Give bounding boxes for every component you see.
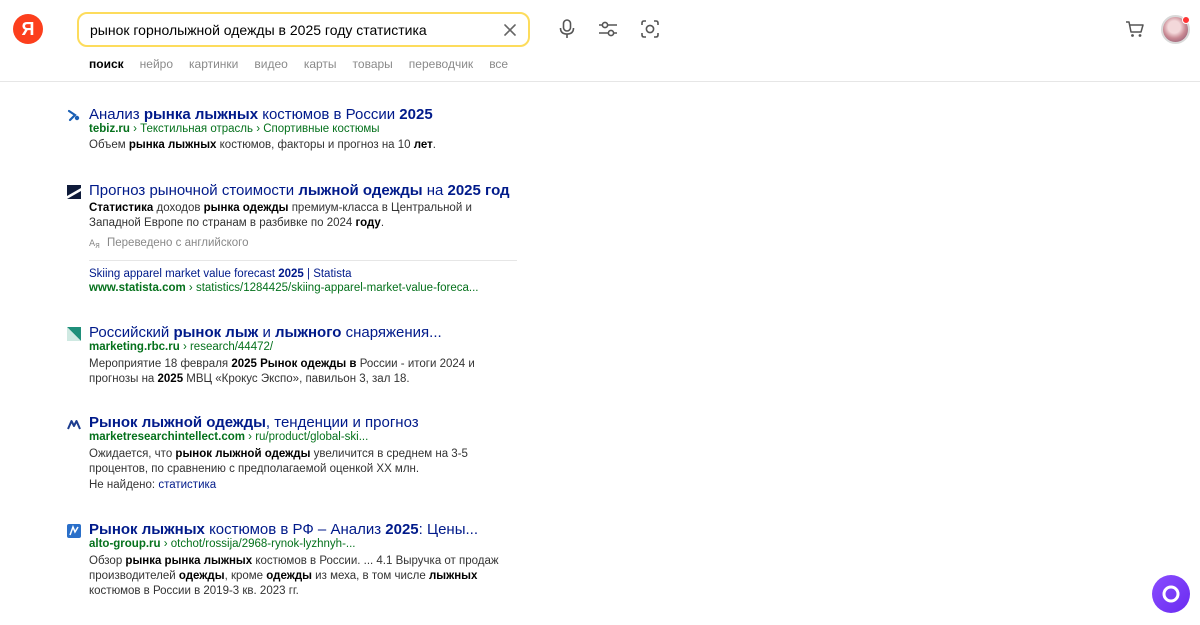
search-result: Рынок лыжной одежды, тенденции и прогноз… — [67, 414, 527, 496]
result-url[interactable]: tebiz.ru › Текстильная отрасль › Спортив… — [89, 123, 380, 135]
alice-assistant-button[interactable] — [1152, 575, 1190, 613]
result-snippet: Объем рынка лыжных костюмов, факторы и п… — [89, 139, 436, 151]
tab-images[interactable]: картинки — [189, 57, 238, 71]
statista-favicon-icon — [67, 185, 81, 199]
not-found-label: Не найдено: — [89, 479, 156, 491]
not-found-term-link[interactable]: статистика — [158, 479, 216, 491]
user-avatar[interactable] — [1161, 15, 1190, 44]
translate-icon: A Я — [89, 239, 100, 249]
tebiz-favicon-icon — [67, 109, 80, 122]
image-search-button[interactable] — [639, 18, 661, 40]
search-box[interactable] — [77, 12, 530, 47]
result-title[interactable]: Рынок лыжной одежды, тенденции и прогноз — [89, 414, 419, 431]
notification-dot — [1182, 16, 1190, 24]
result-title[interactable]: Российский рынок лыж и лыжного снаряжени… — [89, 324, 442, 341]
translated-label: Переведено с английского — [107, 236, 249, 249]
search-settings-button[interactable] — [597, 18, 619, 40]
result-url[interactable]: marketing.rbc.ru › research/44472/ — [89, 341, 273, 353]
search-result: Рынок лыжных костюмов в РФ – Анализ 2025… — [67, 521, 527, 601]
result-title[interactable]: Анализ рынка лыжных костюмов в России 20… — [89, 106, 433, 123]
yandex-logo[interactable]: Я — [13, 14, 43, 44]
result-url[interactable]: alto-group.ru › otchot/rossija/2968-ryno… — [89, 538, 356, 550]
header: Я рынок горнолыжной одежды в 2025 году с… — [0, 0, 1200, 82]
result-snippet: Ожидается, что рынок лыжной одежды увели… — [89, 448, 468, 475]
clear-search-button[interactable] — [500, 20, 520, 40]
tab-maps[interactable]: карты — [304, 57, 337, 71]
result-snippet: Статистика доходов рынка одежды премиум-… — [89, 202, 472, 229]
tab-translator[interactable]: переводчик — [409, 57, 473, 71]
search-input[interactable] — [90, 21, 490, 39]
translated-note: A Я Переведено с английского — [89, 236, 249, 250]
close-icon — [504, 24, 516, 36]
cart-icon — [1126, 21, 1144, 37]
alice-icon — [1162, 585, 1180, 603]
tab-video[interactable]: видео — [254, 57, 287, 71]
alto-favicon-icon — [67, 524, 81, 538]
tab-products[interactable]: товары — [353, 57, 393, 71]
tab-neuro[interactable]: нейро — [140, 57, 173, 71]
rbc-favicon-icon — [67, 327, 81, 341]
cart-button[interactable] — [1124, 18, 1146, 40]
sliders-icon — [599, 21, 617, 37]
not-found-note: Не найдено: статистика — [89, 479, 216, 491]
search-result: Российский рынок лыж и лыжного снаряжени… — [67, 324, 527, 388]
result-title[interactable]: Рынок лыжных костюмов в РФ – Анализ 2025… — [89, 521, 478, 538]
camera-lens-icon — [641, 20, 659, 38]
search-tabs: поиск нейро картинки видео карты товары … — [89, 57, 524, 71]
result-title[interactable]: Прогноз рыночной стоимости лыжной одежды… — [89, 182, 510, 199]
result-url[interactable]: marketresearchintellect.com › ru/product… — [89, 431, 368, 443]
search-result: Анализ рынка лыжных костюмов в России 20… — [67, 106, 527, 158]
voice-search-button[interactable] — [556, 18, 578, 40]
tab-all[interactable]: все — [489, 57, 508, 71]
tab-search[interactable]: поиск — [89, 57, 124, 71]
result-url[interactable]: www.statista.com › statistics/1284425/sk… — [89, 282, 478, 294]
result-divider — [89, 260, 517, 261]
mri-favicon-icon — [67, 420, 81, 430]
microphone-icon — [559, 19, 575, 38]
result-snippet: Мероприятие 18 февраля 2025 Рынок одежды… — [89, 358, 475, 385]
svg-text:Я: Я — [95, 242, 100, 249]
original-title-link[interactable]: Skiing apparel market value forecast 202… — [89, 268, 352, 280]
search-result: Прогноз рыночной стоимости лыжной одежды… — [67, 182, 527, 298]
result-snippet: Обзор рынка рынка лыжных костюмов в Росс… — [89, 555, 499, 597]
